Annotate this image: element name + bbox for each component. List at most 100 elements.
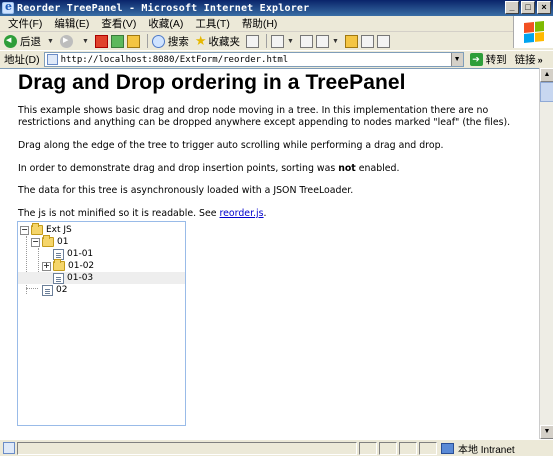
expand-icon[interactable]: + <box>42 261 51 271</box>
print-icon[interactable] <box>299 34 313 48</box>
favorites-button[interactable]: ★ 收藏夹 <box>195 33 240 49</box>
close-button[interactable]: × <box>537 1 551 14</box>
menu-tools[interactable]: 工具(T) <box>195 16 229 31</box>
window-title: Reorder TreePanel - Microsoft Internet E… <box>17 2 310 14</box>
edit-icon[interactable] <box>315 34 329 48</box>
address-dropdown-icon[interactable]: ▼ <box>450 53 463 66</box>
intranet-icon <box>441 442 454 454</box>
tree-node-label: 01-02 <box>68 261 95 271</box>
status-pane <box>419 441 437 455</box>
links-button[interactable]: 链接 » <box>515 52 543 67</box>
tree-node-01-03[interactable]: 01-03 <box>18 272 185 284</box>
refresh-icon[interactable] <box>110 34 124 48</box>
favorites-star-icon: ★ <box>194 33 207 48</box>
tree-node-label: 01-01 <box>67 249 94 259</box>
search-button[interactable]: 搜索 <box>151 34 189 49</box>
sorting-text-not: not <box>338 162 356 174</box>
menu-edit[interactable]: 编辑(E) <box>54 16 89 31</box>
address-url: http://localhost:8080/ExtForm/reorder.ht… <box>60 54 289 65</box>
favorites-label: 收藏夹 <box>208 35 241 48</box>
tree-panel[interactable]: − Ext JS − 01 01-01 + 01-02 01-03 02 <box>17 221 186 426</box>
toolbar-separator-2 <box>266 34 268 48</box>
file-icon <box>53 248 64 260</box>
toolbar-separator <box>146 34 148 48</box>
tree-node-label: Ext JS <box>46 225 72 235</box>
window-controls: _ □ × <box>505 1 551 14</box>
title-bar: Reorder TreePanel - Microsoft Internet E… <box>0 0 553 16</box>
maximize-button[interactable]: □ <box>521 1 535 14</box>
tree-guide-line <box>26 236 27 294</box>
tree-guide-line <box>26 288 38 289</box>
sorting-text-pre: In order to demonstrate drag and drop in… <box>18 162 339 174</box>
tree-node-01-02[interactable]: + 01-02 <box>42 259 95 272</box>
status-pane <box>379 441 397 455</box>
ie-icon <box>2 0 14 14</box>
scroll-down-arrow-icon[interactable]: ▼ <box>540 425 553 439</box>
scroll-thumb[interactable] <box>540 82 553 102</box>
history-icon[interactable] <box>246 34 260 48</box>
go-label: 转到 <box>485 54 507 66</box>
status-text-pane <box>17 441 357 455</box>
file-icon <box>53 272 64 284</box>
forward-arrow-icon <box>59 34 73 48</box>
tree-node-label: 01 <box>57 237 69 247</box>
back-dropdown-icon[interactable]: ▼ <box>47 38 54 45</box>
forward-dropdown-icon[interactable]: ▼ <box>82 38 89 45</box>
folder-open-icon <box>31 223 43 235</box>
scroll-paragraph: Drag along the edge of the tree to trigg… <box>18 139 444 151</box>
research-icon[interactable] <box>376 34 390 48</box>
loader-paragraph: The data for this tree is asynchronously… <box>18 185 354 197</box>
go-button[interactable]: ➔ 转到 <box>469 52 507 67</box>
search-icon <box>151 34 165 48</box>
collapse-icon[interactable]: − <box>31 237 40 247</box>
source-text-post: . <box>263 208 267 220</box>
minimize-button[interactable]: _ <box>505 1 519 14</box>
folder-icon <box>53 259 65 271</box>
page-icon <box>46 54 58 65</box>
go-arrow-icon: ➔ <box>469 53 483 66</box>
sorting-text-post: enabled. <box>355 162 400 174</box>
tree-node-01[interactable]: − 01 <box>31 235 69 248</box>
links-chevron-icon: » <box>537 54 543 65</box>
search-label: 搜索 <box>167 35 189 48</box>
tree-node-label: 01-03 <box>67 273 94 283</box>
status-pane <box>399 441 417 455</box>
source-text-pre: The js is not minified so it is readable… <box>18 208 220 220</box>
menu-bar: 文件(F) 编辑(E) 查看(V) 收藏(A) 工具(T) 帮助(H) <box>0 16 553 32</box>
menu-view[interactable]: 查看(V) <box>101 16 136 31</box>
messenger-icon[interactable] <box>360 34 374 48</box>
links-label: 链接 <box>514 54 536 66</box>
tree-node-02[interactable]: 02 <box>42 284 67 296</box>
page-heading: Drag and Drop ordering in a TreePanel <box>18 71 406 94</box>
source-paragraph: The js is not minified so it is readable… <box>18 208 521 220</box>
discuss-icon[interactable] <box>344 34 358 48</box>
address-input[interactable]: http://localhost:8080/ExtForm/reorder.ht… <box>43 52 464 67</box>
zone-label: 本地 Intranet <box>458 444 515 456</box>
menu-help[interactable]: 帮助(H) <box>242 16 278 31</box>
edit-dropdown-icon[interactable]: ▼ <box>332 38 339 45</box>
home-icon[interactable] <box>126 34 140 48</box>
tree-node-label: 02 <box>56 285 68 295</box>
stop-icon[interactable] <box>94 34 108 48</box>
address-bar: 地址(D) http://localhost:8080/ExtForm/reor… <box>0 50 553 68</box>
vertical-scrollbar[interactable]: ▲ ▼ <box>539 68 553 439</box>
collapse-icon[interactable]: − <box>20 225 29 235</box>
menu-file[interactable]: 文件(F) <box>8 16 42 31</box>
back-button[interactable]: 后退 <box>4 34 41 49</box>
back-arrow-icon <box>4 34 17 48</box>
windows-flag-icon <box>523 20 544 44</box>
scroll-up-arrow-icon[interactable]: ▲ <box>540 68 553 82</box>
page-viewport: Drag and Drop ordering in a TreePanel Th… <box>0 68 539 439</box>
menu-favorites[interactable]: 收藏(A) <box>148 16 183 31</box>
security-zone: 本地 Intranet <box>441 441 515 456</box>
file-icon <box>42 284 53 296</box>
forward-button[interactable] <box>59 34 76 48</box>
page-content: Drag and Drop ordering in a TreePanel Th… <box>0 71 539 220</box>
page-status-icon <box>3 442 15 454</box>
mail-dropdown-icon[interactable]: ▼ <box>287 38 294 45</box>
folder-open-icon <box>42 235 54 247</box>
reorder-js-link[interactable]: reorder.js <box>220 208 264 219</box>
mail-icon[interactable] <box>271 34 285 48</box>
status-pane <box>359 441 377 455</box>
address-label: 地址(D) <box>4 54 40 66</box>
